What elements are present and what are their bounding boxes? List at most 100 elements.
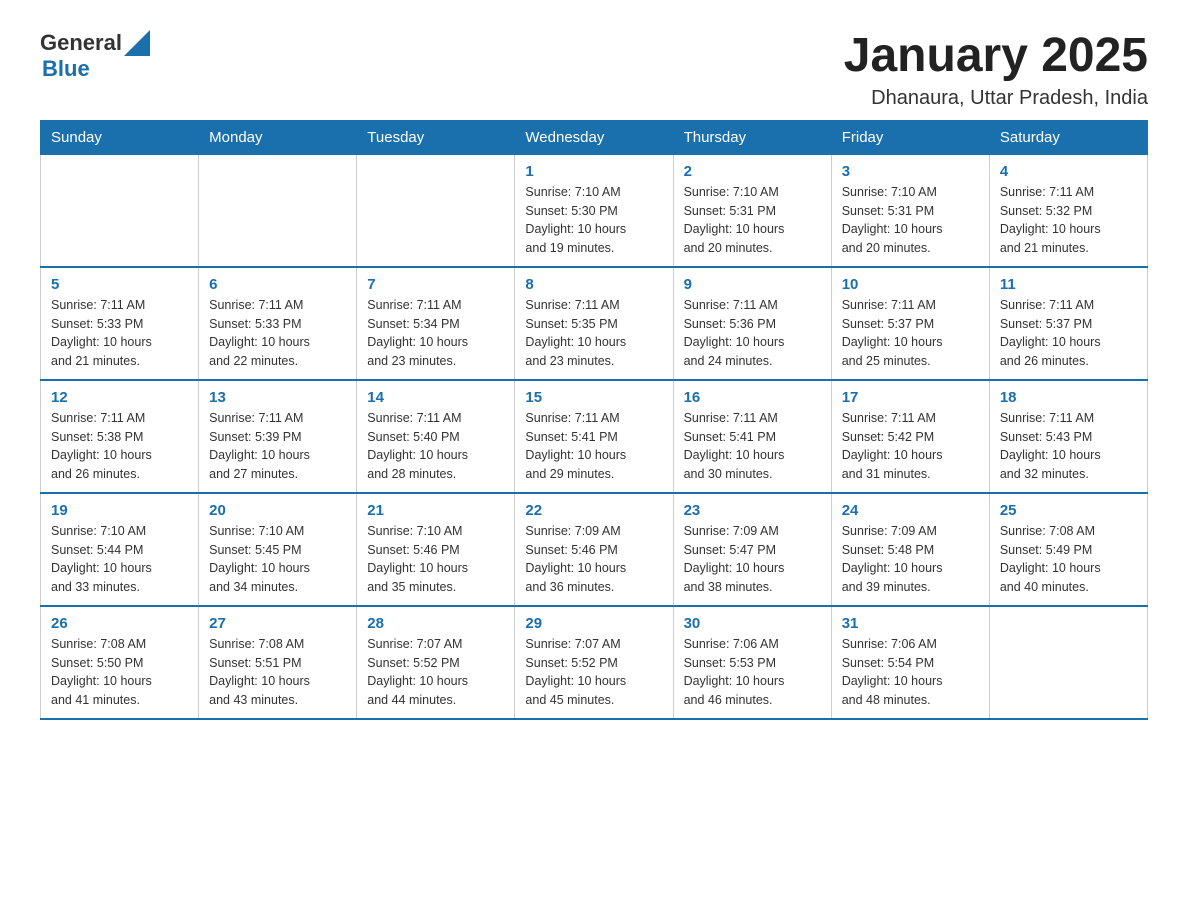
day-number: 25 xyxy=(1000,502,1137,519)
calendar-cell xyxy=(199,154,357,267)
day-info: Sunrise: 7:08 AM Sunset: 5:49 PM Dayligh… xyxy=(1000,522,1137,597)
day-number: 24 xyxy=(842,502,979,519)
calendar-cell: 25 Sunrise: 7:08 AM Sunset: 5:49 PM Dayli… xyxy=(989,493,1147,606)
day-info: Sunrise: 7:11 AM Sunset: 5:37 PM Dayligh… xyxy=(1000,296,1137,371)
calendar-cell: 12 Sunrise: 7:11 AM Sunset: 5:38 PM Dayli… xyxy=(41,380,199,493)
day-info: Sunrise: 7:08 AM Sunset: 5:51 PM Dayligh… xyxy=(209,635,346,710)
calendar-cell: 10Sunrise: 7:11 AM Sunset: 5:37 PM Dayli… xyxy=(831,267,989,380)
calendar-cell: 14 Sunrise: 7:11 AM Sunset: 5:40 PM Dayli… xyxy=(357,380,515,493)
calendar-cell: 27Sunrise: 7:08 AM Sunset: 5:51 PM Dayli… xyxy=(199,606,357,719)
calendar-body: 1 Sunrise: 7:10 AM Sunset: 5:30 PM Daylig… xyxy=(41,154,1148,719)
calendar-cell: 18Sunrise: 7:11 AM Sunset: 5:43 PM Dayli… xyxy=(989,380,1147,493)
day-number: 6 xyxy=(209,276,346,293)
day-info: Sunrise: 7:09 AM Sunset: 5:47 PM Dayligh… xyxy=(684,522,821,597)
day-info: Sunrise: 7:11 AM Sunset: 5:38 PM Dayligh… xyxy=(51,409,188,484)
day-info: Sunrise: 7:11 AM Sunset: 5:37 PM Dayligh… xyxy=(842,296,979,371)
calendar-cell xyxy=(41,154,199,267)
day-number: 28 xyxy=(367,615,504,632)
day-info: Sunrise: 7:11 AM Sunset: 5:33 PM Dayligh… xyxy=(209,296,346,371)
logo-blue-text: Blue xyxy=(42,56,90,81)
calendar-cell: 1 Sunrise: 7:10 AM Sunset: 5:30 PM Daylig… xyxy=(515,154,673,267)
day-number: 14 xyxy=(367,389,504,406)
day-number: 4 xyxy=(1000,163,1137,180)
day-info: Sunrise: 7:09 AM Sunset: 5:48 PM Dayligh… xyxy=(842,522,979,597)
day-info: Sunrise: 7:10 AM Sunset: 5:44 PM Dayligh… xyxy=(51,522,188,597)
day-number: 20 xyxy=(209,502,346,519)
day-info: Sunrise: 7:11 AM Sunset: 5:35 PM Dayligh… xyxy=(525,296,662,371)
calendar-week-row: 26 Sunrise: 7:08 AM Sunset: 5:50 PM Dayli… xyxy=(41,606,1148,719)
calendar-cell xyxy=(357,154,515,267)
day-number: 3 xyxy=(842,163,979,180)
calendar-cell: 23Sunrise: 7:09 AM Sunset: 5:47 PM Dayli… xyxy=(673,493,831,606)
day-info: Sunrise: 7:11 AM Sunset: 5:42 PM Dayligh… xyxy=(842,409,979,484)
day-number: 26 xyxy=(51,615,188,632)
weekday-header-monday: Monday xyxy=(199,120,357,154)
calendar-cell: 22Sunrise: 7:09 AM Sunset: 5:46 PM Dayli… xyxy=(515,493,673,606)
calendar-cell: 15 Sunrise: 7:11 AM Sunset: 5:41 PM Dayli… xyxy=(515,380,673,493)
calendar-cell: 3 Sunrise: 7:10 AM Sunset: 5:31 PM Daylig… xyxy=(831,154,989,267)
day-info: Sunrise: 7:10 AM Sunset: 5:30 PM Dayligh… xyxy=(525,183,662,258)
calendar-cell: 11 Sunrise: 7:11 AM Sunset: 5:37 PM Dayli… xyxy=(989,267,1147,380)
calendar-cell: 20 Sunrise: 7:10 AM Sunset: 5:45 PM Dayli… xyxy=(199,493,357,606)
calendar-cell: 8 Sunrise: 7:11 AM Sunset: 5:35 PM Daylig… xyxy=(515,267,673,380)
calendar-cell: 17Sunrise: 7:11 AM Sunset: 5:42 PM Dayli… xyxy=(831,380,989,493)
day-info: Sunrise: 7:11 AM Sunset: 5:33 PM Dayligh… xyxy=(51,296,188,371)
calendar-subtitle: Dhanaura, Uttar Pradesh, India xyxy=(844,87,1148,110)
calendar-week-row: 19 Sunrise: 7:10 AM Sunset: 5:44 PM Dayli… xyxy=(41,493,1148,606)
day-info: Sunrise: 7:10 AM Sunset: 5:31 PM Dayligh… xyxy=(842,183,979,258)
logo: General Blue xyxy=(40,30,150,81)
day-info: Sunrise: 7:11 AM Sunset: 5:36 PM Dayligh… xyxy=(684,296,821,371)
weekday-header-row: SundayMondayTuesdayWednesdayThursdayFrid… xyxy=(41,120,1148,154)
day-info: Sunrise: 7:11 AM Sunset: 5:32 PM Dayligh… xyxy=(1000,183,1137,258)
day-info: Sunrise: 7:11 AM Sunset: 5:34 PM Dayligh… xyxy=(367,296,504,371)
calendar-header: SundayMondayTuesdayWednesdayThursdayFrid… xyxy=(41,120,1148,154)
day-info: Sunrise: 7:11 AM Sunset: 5:41 PM Dayligh… xyxy=(684,409,821,484)
day-number: 21 xyxy=(367,502,504,519)
day-info: Sunrise: 7:11 AM Sunset: 5:41 PM Dayligh… xyxy=(525,409,662,484)
calendar-week-row: 1 Sunrise: 7:10 AM Sunset: 5:30 PM Daylig… xyxy=(41,154,1148,267)
calendar-table: SundayMondayTuesdayWednesdayThursdayFrid… xyxy=(40,120,1148,720)
calendar-cell: 6 Sunrise: 7:11 AM Sunset: 5:33 PM Daylig… xyxy=(199,267,357,380)
calendar-cell: 5 Sunrise: 7:11 AM Sunset: 5:33 PM Daylig… xyxy=(41,267,199,380)
day-info: Sunrise: 7:10 AM Sunset: 5:31 PM Dayligh… xyxy=(684,183,821,258)
calendar-cell xyxy=(989,606,1147,719)
day-number: 2 xyxy=(684,163,821,180)
day-number: 8 xyxy=(525,276,662,293)
day-number: 19 xyxy=(51,502,188,519)
day-number: 12 xyxy=(51,389,188,406)
day-info: Sunrise: 7:07 AM Sunset: 5:52 PM Dayligh… xyxy=(525,635,662,710)
day-number: 18 xyxy=(1000,389,1137,406)
day-info: Sunrise: 7:11 AM Sunset: 5:40 PM Dayligh… xyxy=(367,409,504,484)
day-info: Sunrise: 7:07 AM Sunset: 5:52 PM Dayligh… xyxy=(367,635,504,710)
day-info: Sunrise: 7:08 AM Sunset: 5:50 PM Dayligh… xyxy=(51,635,188,710)
title-section: January 2025 Dhanaura, Uttar Pradesh, In… xyxy=(844,30,1148,110)
day-number: 1 xyxy=(525,163,662,180)
calendar-cell: 30Sunrise: 7:06 AM Sunset: 5:53 PM Dayli… xyxy=(673,606,831,719)
calendar-cell: 4 Sunrise: 7:11 AM Sunset: 5:32 PM Daylig… xyxy=(989,154,1147,267)
calendar-cell: 13Sunrise: 7:11 AM Sunset: 5:39 PM Dayli… xyxy=(199,380,357,493)
calendar-cell: 7 Sunrise: 7:11 AM Sunset: 5:34 PM Daylig… xyxy=(357,267,515,380)
day-number: 11 xyxy=(1000,276,1137,293)
logo-general-text: General xyxy=(40,30,122,55)
day-number: 31 xyxy=(842,615,979,632)
calendar-week-row: 5 Sunrise: 7:11 AM Sunset: 5:33 PM Daylig… xyxy=(41,267,1148,380)
day-info: Sunrise: 7:10 AM Sunset: 5:45 PM Dayligh… xyxy=(209,522,346,597)
day-number: 5 xyxy=(51,276,188,293)
day-number: 7 xyxy=(367,276,504,293)
day-info: Sunrise: 7:09 AM Sunset: 5:46 PM Dayligh… xyxy=(525,522,662,597)
calendar-cell: 19 Sunrise: 7:10 AM Sunset: 5:44 PM Dayli… xyxy=(41,493,199,606)
calendar-cell: 9Sunrise: 7:11 AM Sunset: 5:36 PM Daylig… xyxy=(673,267,831,380)
calendar-cell: 29Sunrise: 7:07 AM Sunset: 5:52 PM Dayli… xyxy=(515,606,673,719)
day-number: 15 xyxy=(525,389,662,406)
calendar-title: January 2025 xyxy=(844,30,1148,83)
day-info: Sunrise: 7:06 AM Sunset: 5:53 PM Dayligh… xyxy=(684,635,821,710)
calendar-cell: 26 Sunrise: 7:08 AM Sunset: 5:50 PM Dayli… xyxy=(41,606,199,719)
day-info: Sunrise: 7:06 AM Sunset: 5:54 PM Dayligh… xyxy=(842,635,979,710)
calendar-cell: 2 Sunrise: 7:10 AM Sunset: 5:31 PM Daylig… xyxy=(673,154,831,267)
calendar-cell: 24 Sunrise: 7:09 AM Sunset: 5:48 PM Dayli… xyxy=(831,493,989,606)
calendar-cell: 16Sunrise: 7:11 AM Sunset: 5:41 PM Dayli… xyxy=(673,380,831,493)
weekday-header-saturday: Saturday xyxy=(989,120,1147,154)
day-info: Sunrise: 7:11 AM Sunset: 5:39 PM Dayligh… xyxy=(209,409,346,484)
weekday-header-thursday: Thursday xyxy=(673,120,831,154)
weekday-header-sunday: Sunday xyxy=(41,120,199,154)
